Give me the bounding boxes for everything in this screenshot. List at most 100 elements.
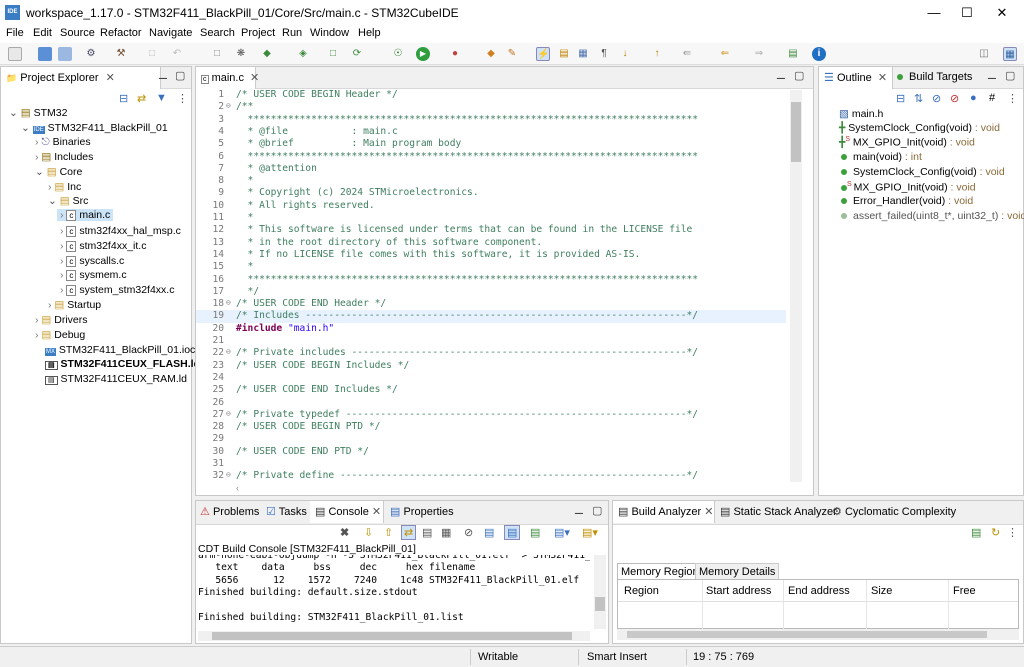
close-icon[interactable]: ✕ — [250, 72, 259, 84]
tree-item-ram-ld[interactable]: ▤ STM32F411CEUX_RAM.ld — [45, 373, 187, 385]
tree-item-sysmem[interactable]: › c sysmem.c — [60, 269, 127, 281]
pin-console-icon[interactable]: ▤ — [484, 526, 494, 539]
block-select-icon[interactable]: ▦ — [576, 47, 590, 61]
tree-item-hal-msp[interactable]: › c stm32f4xx_hal_msp.c — [60, 225, 181, 237]
sort-icon[interactable]: ⇅ — [914, 92, 923, 105]
maximize-button[interactable]: ☐ — [950, 0, 984, 25]
menu-navigate[interactable]: Navigate — [149, 27, 192, 39]
forward-icon[interactable]: ⇒ — [752, 47, 766, 61]
maximize-view-icon[interactable]: ▢ — [175, 69, 185, 82]
remove-launch-icon[interactable]: ⊘ — [464, 526, 473, 539]
maximize-view-icon[interactable]: ▢ — [794, 69, 804, 82]
console-hscrollbar[interactable] — [198, 631, 590, 641]
scroll-down-icon[interactable]: ⇩ — [364, 526, 373, 539]
new-class-icon[interactable]: ◈ — [296, 47, 310, 61]
refresh-icon[interactable]: ⟳ — [350, 47, 364, 61]
maximize-view-icon[interactable]: ▢ — [592, 504, 602, 517]
column-free[interactable]: Free — [953, 585, 976, 597]
fold-icon[interactable]: ⊖ — [226, 409, 231, 418]
menu-help[interactable]: Help — [358, 27, 381, 39]
run-icon[interactable]: ▶ — [416, 47, 430, 61]
new-project-icon[interactable]: ◆ — [260, 47, 274, 61]
hide-nonpublic-icon[interactable]: ● — [970, 92, 977, 104]
view-menu-icon[interactable]: ⋮ — [177, 92, 188, 105]
console-output[interactable]: arm-none-eabi-objdump -h -S STM32F411_Bl… — [198, 555, 590, 633]
minimize-button[interactable]: — — [917, 0, 951, 25]
minimize-view-icon[interactable]: ⚊ — [776, 69, 786, 82]
close-icon[interactable]: ✕ — [704, 506, 713, 518]
fold-icon[interactable]: ⊖ — [226, 470, 231, 479]
scrollbar-thumb[interactable] — [791, 102, 801, 162]
last-edit-icon[interactable]: ⇚ — [680, 47, 694, 61]
menu-window[interactable]: Window — [310, 27, 349, 39]
close-button[interactable]: ✕ — [985, 0, 1019, 25]
view-menu-icon[interactable]: ⋮ — [1007, 92, 1018, 105]
hide-static-icon[interactable]: ⊘ — [950, 92, 959, 105]
highlight-icon[interactable]: ▤ — [557, 47, 571, 61]
close-icon[interactable]: ✕ — [372, 506, 381, 518]
collapse-all-icon[interactable]: ⊟ — [119, 92, 128, 105]
export-icon[interactable]: ▤ — [971, 526, 981, 539]
whitespace-icon[interactable]: ¶ — [597, 47, 611, 61]
info-icon[interactable]: i — [812, 47, 826, 61]
scrollbar-thumb[interactable] — [212, 632, 572, 640]
settings-icon[interactable]: ⚙ — [84, 47, 98, 61]
debug-icon[interactable]: ☉ — [391, 47, 405, 61]
tab-build-targets[interactable]: Build Targets — [897, 71, 972, 83]
minimize-view-icon[interactable]: ⚊ — [158, 69, 168, 82]
open-perspective-button-icon[interactable]: ◫ — [977, 47, 991, 61]
tree-item-ioc[interactable]: MX STM32F411_BlackPill_01.ioc — [45, 344, 195, 356]
prev-annotation-icon[interactable]: ↑ — [650, 47, 664, 61]
tab-problems[interactable]: ⚠ Problems — [200, 505, 259, 518]
tree-item-binaries[interactable]: › ⎋ Binaries — [35, 136, 91, 149]
scrollbar-thumb[interactable] — [595, 597, 605, 611]
tree-item-syscalls[interactable]: › c syscalls.c — [60, 255, 124, 267]
column-region[interactable]: Region — [624, 585, 659, 597]
new-icon[interactable] — [8, 47, 22, 61]
perspective-cubeide-icon[interactable]: ▦ — [1003, 47, 1017, 61]
tab-build-analyzer[interactable]: ▤ Build Analyzer ✕ — [613, 501, 715, 523]
menu-edit[interactable]: Edit — [33, 27, 52, 39]
word-wrap-icon[interactable]: ▦ — [441, 526, 451, 539]
menu-search[interactable]: Search — [200, 27, 235, 39]
tree-item-inc[interactable]: › ▤ Inc — [48, 181, 81, 193]
outline-item-decl[interactable]: ╋S MX_GPIO_Init(void) : void — [839, 136, 975, 149]
tree-item-drivers[interactable]: › ▤ Drivers — [35, 314, 88, 326]
outline-item-function[interactable]: S MX_GPIO_Init(void) : void — [841, 181, 976, 194]
view-menu-icon[interactable]: ⋮ — [1007, 526, 1018, 539]
tree-item-src[interactable]: ⌄ ▤ Src — [48, 195, 88, 207]
tree-item-debug[interactable]: › ▤ Debug — [35, 329, 85, 341]
column-end-address[interactable]: End address — [788, 585, 850, 597]
tab-memory-details[interactable]: Memory Details — [695, 563, 780, 580]
copy-icon[interactable]: ▤ — [422, 526, 432, 539]
console-dropdown-icon[interactable]: ▤▾ — [554, 526, 570, 539]
device-config-icon[interactable]: ◆ — [484, 47, 498, 61]
fold-icon[interactable]: ⊖ — [226, 347, 231, 356]
tree-item-core[interactable]: ⌄ ▤ Core — [35, 166, 82, 178]
fold-icon[interactable]: ⊖ — [226, 298, 231, 307]
back-icon[interactable]: ⇐ — [718, 47, 732, 61]
build-hammer-icon[interactable]: ⚒ — [114, 47, 128, 61]
console-scrollbar[interactable] — [594, 555, 606, 629]
filter-icon[interactable]: ▼ — [156, 92, 167, 104]
tree-item-stm32[interactable]: ⌄ ▤ STM32 — [9, 107, 67, 119]
fold-icon[interactable]: ⊖ — [226, 101, 231, 110]
link-editor-icon[interactable]: ⇄ — [137, 92, 146, 105]
outline-item-function[interactable]: Error_Handler(void) : void — [841, 195, 973, 207]
menu-file[interactable]: File — [6, 27, 24, 39]
minimize-view-icon[interactable]: ⚊ — [987, 69, 997, 82]
mark-occurrences-icon[interactable]: ⚡ — [536, 47, 550, 61]
tab-static-stack[interactable]: ▤ Static Stack Analyzer — [720, 505, 837, 518]
minimize-view-icon[interactable]: ⚊ — [574, 504, 584, 517]
next-annotation-icon[interactable]: ↓ — [618, 47, 632, 61]
save-icon[interactable] — [38, 47, 52, 61]
tab-properties[interactable]: ▤ Properties — [390, 505, 454, 518]
display-selected-icon[interactable]: ▤ — [504, 525, 521, 540]
hide-fields-icon[interactable]: ⊘ — [932, 92, 941, 105]
scrollbar-thumb[interactable] — [627, 631, 987, 638]
outline-item-function[interactable]: main(void) : int — [841, 151, 922, 163]
code-area[interactable]: 1/* USER CODE BEGIN Header */2 ⊖/** 3 ****… — [196, 89, 786, 481]
horizontal-scrollbar[interactable]: ‹ — [236, 483, 786, 495]
tab-project-explorer[interactable]: 📁 Project Explorer ✕ — [1, 67, 161, 89]
tab-main-c[interactable]: c main.c ✕ — [196, 67, 259, 89]
